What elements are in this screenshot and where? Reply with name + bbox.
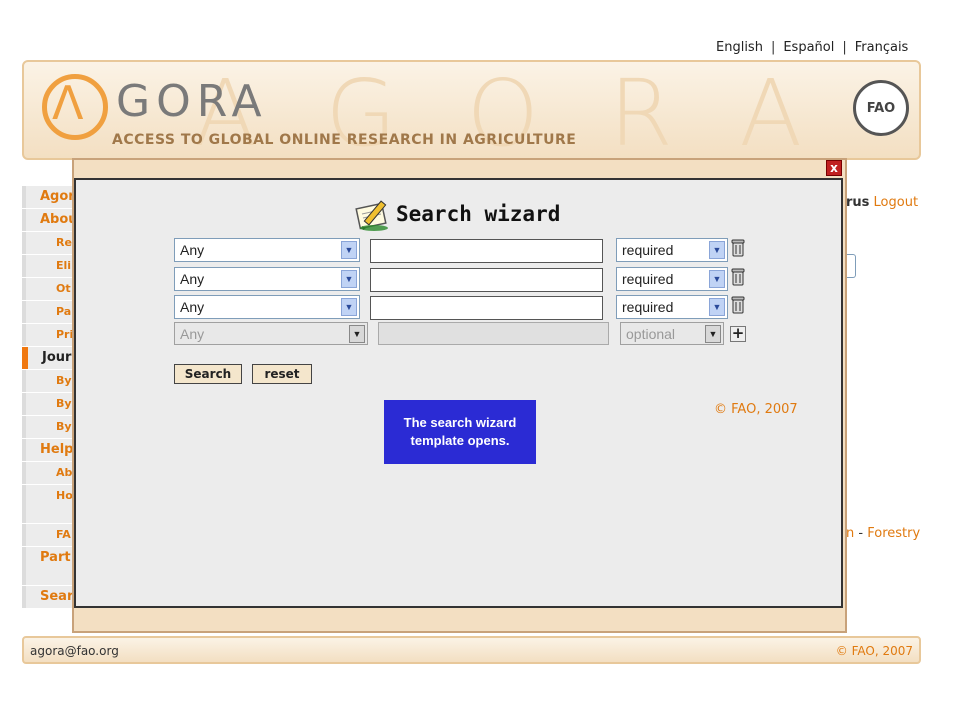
- term-input-4: [378, 322, 609, 345]
- agora-logo-letter: Λ: [52, 76, 84, 130]
- topic-link-partial[interactable]: n: [846, 526, 854, 541]
- chevron-down-icon: ▼: [341, 298, 357, 316]
- agora-logo-text: GORA: [116, 76, 268, 127]
- chevron-down-icon: ▼: [709, 270, 725, 288]
- topic-separator: -: [858, 526, 864, 541]
- sidebar-item-13[interactable]: Ho jou: [22, 485, 76, 523]
- user-name: rus: [846, 195, 870, 210]
- search-button[interactable]: Search: [174, 364, 242, 384]
- sidebar-item-0[interactable]: Agora: [22, 186, 76, 208]
- lang-english-link[interactable]: English: [716, 40, 763, 55]
- trash-icon[interactable]: [730, 266, 746, 286]
- term-input-2[interactable]: [370, 268, 603, 292]
- topic-links: n - Forestry: [846, 526, 920, 541]
- chevron-down-icon: ▼: [705, 325, 721, 343]
- term-input-3[interactable]: [370, 296, 603, 320]
- close-button[interactable]: x: [826, 160, 842, 176]
- chevron-down-icon: ▼: [349, 325, 365, 343]
- sidebar-item-14[interactable]: FA: [22, 524, 76, 546]
- search-box-edge: [846, 254, 856, 278]
- footer-email[interactable]: agora@fao.org: [30, 644, 119, 658]
- condition-select-4: optional ▼: [620, 322, 724, 345]
- user-area: rus Logout: [846, 195, 918, 210]
- sidebar-item-4[interactable]: Ot: [22, 278, 76, 300]
- language-bar: English | Español | Français: [716, 40, 909, 55]
- condition-select-3[interactable]: required ▼: [616, 295, 728, 319]
- field-select-3[interactable]: Any ▼: [174, 295, 360, 319]
- field-select-1[interactable]: Any ▼: [174, 238, 360, 262]
- lang-spanish-link[interactable]: Español: [783, 40, 834, 55]
- wizard-title: Search wizard: [396, 202, 561, 226]
- sidebar-item-16[interactable]: Search: [22, 586, 76, 608]
- sidebar-item-5[interactable]: Pa: [22, 301, 76, 323]
- sidebar-item-2[interactable]: Re: [22, 232, 76, 254]
- page-footer: agora@fao.org © FAO, 2007: [22, 636, 921, 664]
- sidebar-item-6[interactable]: Pri: [22, 324, 76, 346]
- logout-link[interactable]: Logout: [874, 195, 919, 210]
- chevron-down-icon: ▼: [709, 241, 725, 259]
- field-select-2[interactable]: Any ▼: [174, 267, 360, 291]
- sidebar-item-11[interactable]: Help: [22, 439, 76, 461]
- footer-copyright: © FAO, 2007: [835, 644, 913, 658]
- fao-seal-icon: FAO: [853, 80, 909, 136]
- reset-button[interactable]: reset: [252, 364, 312, 384]
- sidebar-item-9[interactable]: By: [22, 393, 76, 415]
- term-input-1[interactable]: [370, 239, 603, 263]
- trash-icon[interactable]: [730, 294, 746, 314]
- chevron-down-icon: ▼: [709, 298, 725, 316]
- field-select-4: Any ▼: [174, 322, 368, 345]
- condition-select-2[interactable]: required ▼: [616, 267, 728, 291]
- chevron-down-icon: ▼: [341, 270, 357, 288]
- header-banner: AGORA Λ GORA ACCESS TO GLOBAL ONLINE RES…: [22, 60, 921, 160]
- sidebar-item-15[interactable]: Part Login: [22, 547, 76, 585]
- sidebar-item-7[interactable]: Jour: [22, 347, 76, 369]
- chevron-down-icon: ▼: [341, 241, 357, 259]
- tutorial-callout: The search wizard template opens.: [384, 400, 536, 464]
- lang-french-link[interactable]: Français: [855, 40, 909, 55]
- notepad-pencil-icon: [355, 200, 388, 231]
- condition-select-1[interactable]: required ▼: [616, 238, 728, 262]
- modal-copyright: © FAO, 2007: [714, 402, 798, 417]
- sidebar-item-10[interactable]: By: [22, 416, 76, 438]
- topic-link-forestry[interactable]: Forestry: [867, 526, 920, 541]
- sidebar-item-3[interactable]: Eli: [22, 255, 76, 277]
- trash-icon[interactable]: [730, 237, 746, 257]
- sidebar-menu: AgoraAboutReEliOtPaPriJourByByByHelpAbHo…: [22, 186, 76, 609]
- agora-tagline: ACCESS TO GLOBAL ONLINE RESEARCH IN AGRI…: [112, 132, 577, 148]
- sidebar-item-8[interactable]: By: [22, 370, 76, 392]
- add-row-button[interactable]: +: [730, 326, 746, 342]
- sidebar-item-1[interactable]: About: [22, 209, 76, 231]
- sidebar-item-12[interactable]: Ab: [22, 462, 76, 484]
